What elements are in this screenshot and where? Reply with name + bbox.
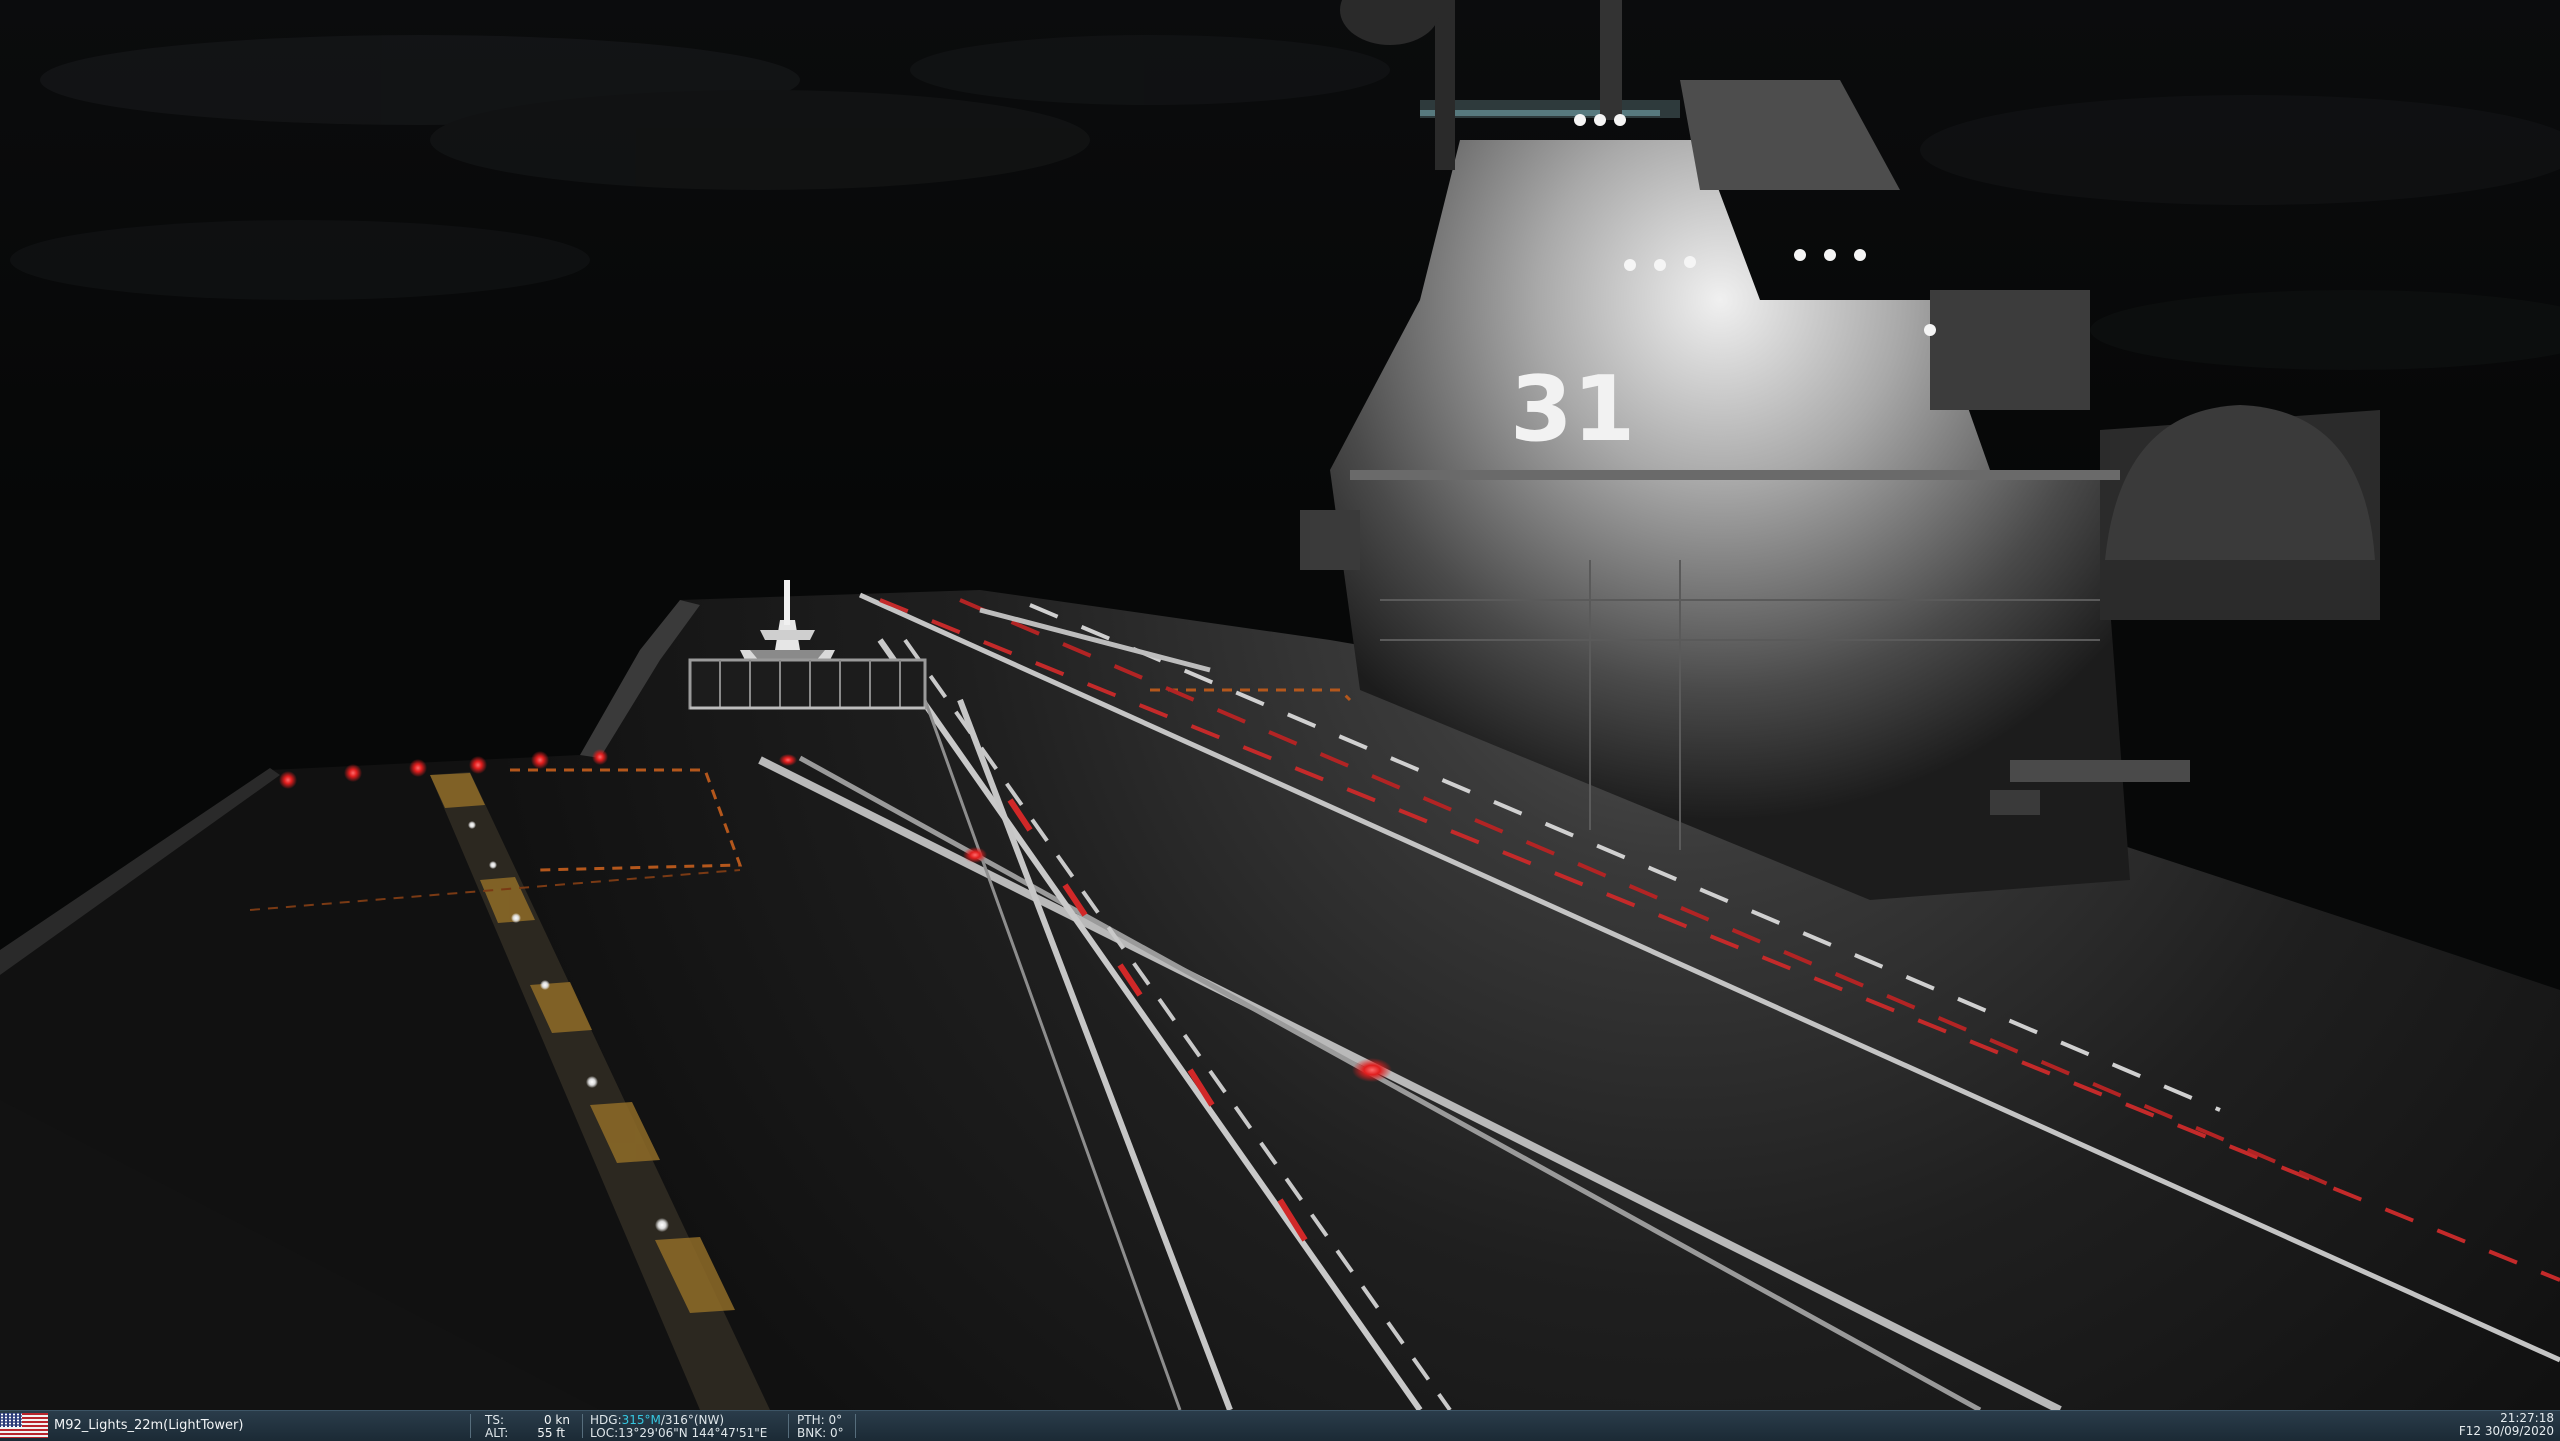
separator xyxy=(855,1414,856,1438)
pth-value: 0° xyxy=(828,1413,843,1427)
bnk-label: BNK: xyxy=(797,1426,827,1440)
loc-label: LOC: xyxy=(590,1426,619,1440)
separator xyxy=(788,1414,789,1438)
hdg-magnetic: 315°M xyxy=(621,1413,661,1427)
heading-readout: HDG:315°M/316°(NW) xyxy=(590,1413,724,1427)
status-bar: M92_Lights_22m(LightTower) TS: 0 kn ALT:… xyxy=(0,1410,2560,1441)
ts-label: TS: xyxy=(485,1413,504,1427)
mission-name: M92_Lights_22m(LightTower) xyxy=(54,1418,244,1433)
separator xyxy=(582,1414,583,1438)
pitch-readout: PTH: 0° xyxy=(797,1413,842,1427)
hdg-true: /316°(NW) xyxy=(660,1413,725,1427)
pth-label: PTH: xyxy=(797,1413,825,1427)
clock-date: F12 30/09/2020 xyxy=(2458,1424,2554,1438)
separator xyxy=(470,1414,471,1438)
bnk-value: 0° xyxy=(829,1426,844,1440)
loc-value: 13°29'06"N 144°47'51"E xyxy=(618,1426,768,1440)
hdg-label: HDG: xyxy=(590,1413,622,1427)
alt-value: 55 ft xyxy=(537,1426,565,1440)
clock: 21:27:18 F12 30/09/2020 xyxy=(2459,1412,2554,1438)
bank-readout: BNK: 0° xyxy=(797,1426,844,1440)
ts-value: 0 kn xyxy=(543,1413,570,1427)
us-flag-icon xyxy=(0,1413,48,1438)
alt-label: ALT: xyxy=(485,1426,509,1440)
game-viewport: 31 xyxy=(0,0,2560,1410)
jet-blast-deflector xyxy=(688,658,927,710)
location-readout: LOC:13°29'06"N 144°47'51"E xyxy=(590,1426,767,1440)
hull-number: 31 xyxy=(1510,357,1635,462)
